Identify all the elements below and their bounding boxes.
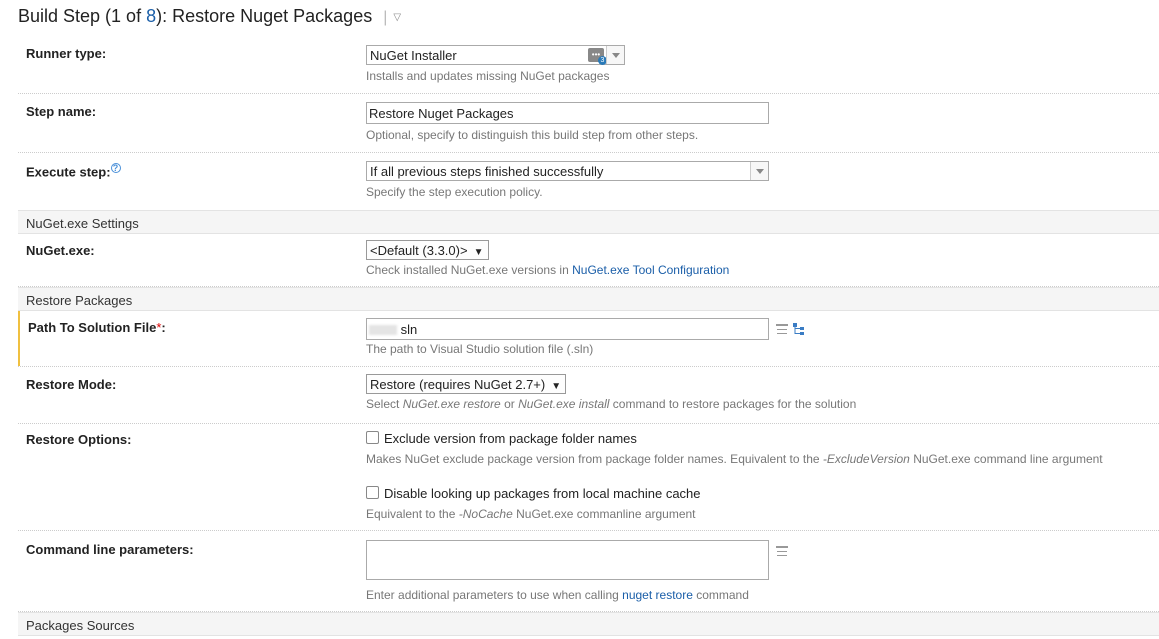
exclude-version-help: Makes NuGet exclude package version from… [366,452,1103,466]
nuget-exe-help: Check installed NuGet.exe versions in Nu… [366,263,729,277]
title-divider: | [383,9,388,26]
step-name-help: Optional, specify to distinguish this bu… [366,128,699,142]
solution-path-value: sln [400,322,418,337]
restore-mode-help: Select NuGet.exe restore or NuGet.exe in… [366,397,856,411]
execute-step-select[interactable]: If all previous steps finished successfu… [366,161,769,181]
help-text: Select [366,397,403,411]
help-text: NuGet.exe command line argument [909,452,1103,466]
label-colon: : [161,320,166,335]
disable-cache-checkbox[interactable]: Disable looking up packages from local m… [366,486,701,501]
help-text: or [500,397,519,411]
restore-options-label: Restore Options: [26,432,132,447]
section-restore-packages-title: Restore Packages [26,293,133,308]
help-em: NuGet.exe install [518,397,610,411]
runner-type-label: Runner type: [26,46,107,61]
edit-list-icon[interactable] [776,546,788,560]
help-em: -NoCache [458,507,513,521]
section-restore-packages: Restore Packages [18,287,1159,311]
section-packages-sources: Packages Sources [18,612,1159,636]
chevron-down-icon[interactable] [606,46,624,64]
disable-cache-help: Equivalent to the -NoCache NuGet.exe com… [366,507,696,521]
caret-down-icon: ▼ [551,381,562,392]
nuget-restore-link[interactable]: nuget restore [622,588,693,602]
solution-path-label: Path To Solution File*: [28,320,166,335]
nuget-exe-value: <Default (3.3.0)> [370,243,468,258]
checkbox-box[interactable] [366,486,379,499]
title-suffix: ): Restore Nuget Packages [156,6,373,26]
restore-mode-label: Restore Mode: [26,377,117,392]
section-nuget-settings: NuGet.exe Settings [18,210,1159,234]
restore-mode-select[interactable]: Restore (requires NuGet 2.7+) ▼ [366,374,566,394]
help-em: -ExcludeVersion [822,452,910,466]
execute-step-value: If all previous steps finished successfu… [370,164,604,179]
step-name-input[interactable]: Restore Nuget Packages [366,102,769,124]
caret-down-icon: ▼ [473,247,484,258]
dropdown-menu-icon[interactable]: ▽ [393,12,401,23]
command-line-help: Enter additional parameters to use when … [366,588,749,602]
page-title: Build Step (1 of 8): Restore Nuget Packa… [18,6,401,27]
chevron-down-icon[interactable] [750,162,768,180]
edit-list-icon[interactable] [776,324,788,338]
exclude-version-label: Exclude version from package folder name… [384,431,637,446]
solution-path-row: Path To Solution File*: sln The path to … [18,310,1159,367]
help-text: Enter additional parameters to use when … [366,588,623,602]
help-text: command [692,588,749,602]
tree-chooser-icon[interactable] [792,322,806,336]
section-packages-sources-title: Packages Sources [26,618,135,633]
nuget-exe-label: NuGet.exe: [26,243,95,258]
title-prefix: Build Step (1 of [18,6,147,26]
nuget-exe-help-text: Check installed NuGet.exe versions in [366,263,573,277]
nuget-tool-config-link[interactable]: NuGet.exe Tool Configuration [572,263,729,277]
step-name-row: Step name: Restore Nuget Packages Option… [18,94,1159,153]
restore-mode-value: Restore (requires NuGet 2.7+) [370,377,546,392]
runner-type-value: NuGet Installer [370,48,457,63]
help-text: NuGet.exe commanline argument [512,507,696,521]
runner-badge-icon: ••• 3 [588,48,607,65]
nuget-exe-row: NuGet.exe: <Default (3.3.0)> ▼ Check inst… [18,233,1159,287]
nuget-exe-select[interactable]: <Default (3.3.0)> ▼ [366,240,489,260]
solution-path-input[interactable]: sln [366,318,769,340]
execute-step-label-text: Execute step: [26,164,111,180]
step-total-link[interactable]: 8 [146,6,156,26]
runner-type-row: Runner type: NuGet Installer ••• 3 Instal… [18,36,1159,94]
restore-options-row: Restore Options: Exclude version from pa… [18,424,1159,531]
restore-mode-row: Restore Mode: Restore (requires NuGet 2.… [18,367,1159,424]
exclude-version-checkbox[interactable]: Exclude version from package folder name… [366,431,637,446]
help-text: Equivalent to the [366,507,459,521]
execute-step-help: Specify the step execution policy. [366,185,543,199]
help-text: command to restore packages for the solu… [609,397,857,411]
execute-step-row: Execute step:? If all previous steps fin… [18,153,1159,211]
runner-type-help: Installs and updates missing NuGet packa… [366,69,610,83]
solution-path-help: The path to Visual Studio solution file … [366,342,594,356]
command-line-label: Command line parameters: [26,542,194,557]
blurred-text [369,325,397,335]
disable-cache-label: Disable looking up packages from local m… [384,486,701,501]
runner-type-select[interactable]: NuGet Installer ••• 3 [366,45,625,65]
execute-step-label: Execute step:? [26,163,121,179]
step-name-label: Step name: [26,104,97,119]
checkbox-box[interactable] [366,431,379,444]
help-icon[interactable]: ? [110,163,121,173]
help-text: Makes NuGet exclude package version from… [366,452,823,466]
help-em: NuGet.exe restore [402,397,501,411]
command-line-row: Command line parameters: Enter additiona… [18,531,1159,612]
solution-path-label-text: Path To Solution File [28,320,157,335]
section-nuget-settings-title: NuGet.exe Settings [26,216,139,231]
command-line-textarea[interactable] [366,540,769,580]
